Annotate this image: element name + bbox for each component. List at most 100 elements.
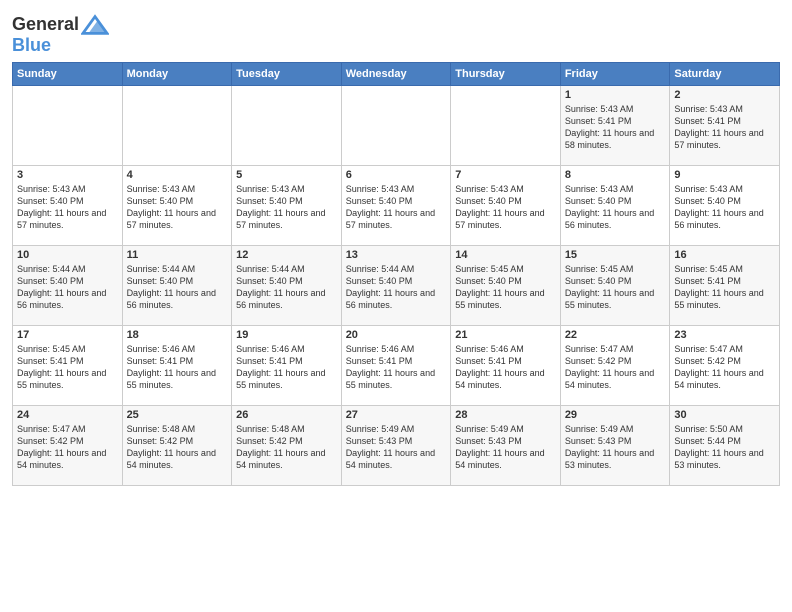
day-number: 10 <box>17 249 118 261</box>
calendar-table: SundayMondayTuesdayWednesdayThursdayFrid… <box>12 62 780 486</box>
calendar-cell: 28 Sunrise: 5:49 AM Sunset: 5:43 PM Dayli… <box>451 406 561 486</box>
logo-text-general: General <box>12 15 79 35</box>
header-row: SundayMondayTuesdayWednesdayThursdayFrid… <box>13 63 780 86</box>
calendar-cell: 24 Sunrise: 5:47 AM Sunset: 5:42 PM Dayli… <box>13 406 123 486</box>
header: General Blue <box>12 10 780 56</box>
col-header-wednesday: Wednesday <box>341 63 451 86</box>
cell-info: Sunrise: 5:45 AM Sunset: 5:41 PM Dayligh… <box>17 343 118 392</box>
calendar-cell: 7 Sunrise: 5:43 AM Sunset: 5:40 PM Daylig… <box>451 166 561 246</box>
cell-info: Sunrise: 5:44 AM Sunset: 5:40 PM Dayligh… <box>127 263 228 312</box>
calendar-cell: 4 Sunrise: 5:43 AM Sunset: 5:40 PM Daylig… <box>122 166 232 246</box>
calendar-cell: 14 Sunrise: 5:45 AM Sunset: 5:40 PM Dayli… <box>451 246 561 326</box>
day-number: 1 <box>565 89 666 101</box>
day-number: 13 <box>346 249 447 261</box>
day-number: 5 <box>236 169 337 181</box>
calendar-cell <box>341 86 451 166</box>
calendar-cell: 26 Sunrise: 5:48 AM Sunset: 5:42 PM Dayli… <box>232 406 342 486</box>
col-header-thursday: Thursday <box>451 63 561 86</box>
day-number: 2 <box>674 89 775 101</box>
day-number: 28 <box>455 409 556 421</box>
day-number: 24 <box>17 409 118 421</box>
day-number: 17 <box>17 329 118 341</box>
logo-icon <box>81 14 109 36</box>
day-number: 26 <box>236 409 337 421</box>
calendar-cell: 20 Sunrise: 5:46 AM Sunset: 5:41 PM Dayli… <box>341 326 451 406</box>
logo-text-blue: Blue <box>12 35 51 55</box>
cell-info: Sunrise: 5:46 AM Sunset: 5:41 PM Dayligh… <box>346 343 447 392</box>
calendar-cell <box>122 86 232 166</box>
cell-info: Sunrise: 5:46 AM Sunset: 5:41 PM Dayligh… <box>127 343 228 392</box>
day-number: 12 <box>236 249 337 261</box>
cell-info: Sunrise: 5:47 AM Sunset: 5:42 PM Dayligh… <box>565 343 666 392</box>
col-header-sunday: Sunday <box>13 63 123 86</box>
cell-info: Sunrise: 5:45 AM Sunset: 5:41 PM Dayligh… <box>674 263 775 312</box>
calendar-cell: 27 Sunrise: 5:49 AM Sunset: 5:43 PM Dayli… <box>341 406 451 486</box>
cell-info: Sunrise: 5:49 AM Sunset: 5:43 PM Dayligh… <box>455 423 556 472</box>
cell-info: Sunrise: 5:43 AM Sunset: 5:41 PM Dayligh… <box>565 103 666 152</box>
day-number: 19 <box>236 329 337 341</box>
cell-info: Sunrise: 5:43 AM Sunset: 5:40 PM Dayligh… <box>127 183 228 232</box>
cell-info: Sunrise: 5:46 AM Sunset: 5:41 PM Dayligh… <box>236 343 337 392</box>
week-row-1: 1 Sunrise: 5:43 AM Sunset: 5:41 PM Daylig… <box>13 86 780 166</box>
cell-info: Sunrise: 5:49 AM Sunset: 5:43 PM Dayligh… <box>346 423 447 472</box>
calendar-cell: 10 Sunrise: 5:44 AM Sunset: 5:40 PM Dayli… <box>13 246 123 326</box>
day-number: 18 <box>127 329 228 341</box>
col-header-saturday: Saturday <box>670 63 780 86</box>
cell-info: Sunrise: 5:49 AM Sunset: 5:43 PM Dayligh… <box>565 423 666 472</box>
cell-info: Sunrise: 5:48 AM Sunset: 5:42 PM Dayligh… <box>127 423 228 472</box>
day-number: 7 <box>455 169 556 181</box>
day-number: 22 <box>565 329 666 341</box>
calendar-cell: 21 Sunrise: 5:46 AM Sunset: 5:41 PM Dayli… <box>451 326 561 406</box>
week-row-4: 17 Sunrise: 5:45 AM Sunset: 5:41 PM Dayli… <box>13 326 780 406</box>
cell-info: Sunrise: 5:44 AM Sunset: 5:40 PM Dayligh… <box>17 263 118 312</box>
day-number: 16 <box>674 249 775 261</box>
calendar-cell: 18 Sunrise: 5:46 AM Sunset: 5:41 PM Dayli… <box>122 326 232 406</box>
cell-info: Sunrise: 5:50 AM Sunset: 5:44 PM Dayligh… <box>674 423 775 472</box>
calendar-cell <box>232 86 342 166</box>
cell-info: Sunrise: 5:45 AM Sunset: 5:40 PM Dayligh… <box>455 263 556 312</box>
cell-info: Sunrise: 5:43 AM Sunset: 5:40 PM Dayligh… <box>565 183 666 232</box>
col-header-tuesday: Tuesday <box>232 63 342 86</box>
col-header-monday: Monday <box>122 63 232 86</box>
calendar-cell: 15 Sunrise: 5:45 AM Sunset: 5:40 PM Dayli… <box>560 246 670 326</box>
calendar-cell: 3 Sunrise: 5:43 AM Sunset: 5:40 PM Daylig… <box>13 166 123 246</box>
day-number: 25 <box>127 409 228 421</box>
calendar-cell <box>13 86 123 166</box>
cell-info: Sunrise: 5:44 AM Sunset: 5:40 PM Dayligh… <box>346 263 447 312</box>
day-number: 27 <box>346 409 447 421</box>
calendar-cell: 17 Sunrise: 5:45 AM Sunset: 5:41 PM Dayli… <box>13 326 123 406</box>
calendar-cell: 5 Sunrise: 5:43 AM Sunset: 5:40 PM Daylig… <box>232 166 342 246</box>
day-number: 29 <box>565 409 666 421</box>
day-number: 3 <box>17 169 118 181</box>
day-number: 14 <box>455 249 556 261</box>
cell-info: Sunrise: 5:45 AM Sunset: 5:40 PM Dayligh… <box>565 263 666 312</box>
cell-info: Sunrise: 5:43 AM Sunset: 5:40 PM Dayligh… <box>17 183 118 232</box>
cell-info: Sunrise: 5:44 AM Sunset: 5:40 PM Dayligh… <box>236 263 337 312</box>
day-number: 8 <box>565 169 666 181</box>
cell-info: Sunrise: 5:43 AM Sunset: 5:40 PM Dayligh… <box>236 183 337 232</box>
calendar-cell: 30Sunrise: 5:50 AM Sunset: 5:44 PM Dayli… <box>670 406 780 486</box>
day-number: 11 <box>127 249 228 261</box>
day-number: 20 <box>346 329 447 341</box>
calendar-cell: 9Sunrise: 5:43 AM Sunset: 5:40 PM Daylig… <box>670 166 780 246</box>
day-number: 4 <box>127 169 228 181</box>
cell-info: Sunrise: 5:46 AM Sunset: 5:41 PM Dayligh… <box>455 343 556 392</box>
calendar-cell: 12 Sunrise: 5:44 AM Sunset: 5:40 PM Dayli… <box>232 246 342 326</box>
week-row-3: 10 Sunrise: 5:44 AM Sunset: 5:40 PM Dayli… <box>13 246 780 326</box>
calendar-cell: 16 Sunrise: 5:45 AM Sunset: 5:41 PM Dayli… <box>670 246 780 326</box>
cell-info: Sunrise: 5:43 AM Sunset: 5:40 PM Dayligh… <box>346 183 447 232</box>
cell-info: Sunrise: 5:48 AM Sunset: 5:42 PM Dayligh… <box>236 423 337 472</box>
cell-info: Sunrise: 5:43 AM Sunset: 5:40 PM Dayligh… <box>455 183 556 232</box>
day-number: 6 <box>346 169 447 181</box>
day-number: 21 <box>455 329 556 341</box>
calendar-cell: 23Sunrise: 5:47 AM Sunset: 5:42 PM Dayli… <box>670 326 780 406</box>
calendar-cell <box>451 86 561 166</box>
cell-info: Sunrise: 5:43 AM Sunset: 5:41 PM Dayligh… <box>674 103 775 152</box>
week-row-5: 24 Sunrise: 5:47 AM Sunset: 5:42 PM Dayli… <box>13 406 780 486</box>
calendar-cell: 11 Sunrise: 5:44 AM Sunset: 5:40 PM Dayli… <box>122 246 232 326</box>
cell-info: Sunrise: 5:47 AM Sunset: 5:42 PM Dayligh… <box>17 423 118 472</box>
calendar-cell: 19 Sunrise: 5:46 AM Sunset: 5:41 PM Dayli… <box>232 326 342 406</box>
day-number: 15 <box>565 249 666 261</box>
calendar-cell: 22 Sunrise: 5:47 AM Sunset: 5:42 PM Dayli… <box>560 326 670 406</box>
calendar-container: General Blue SundayMondayTuesdayWednesda… <box>0 0 792 494</box>
